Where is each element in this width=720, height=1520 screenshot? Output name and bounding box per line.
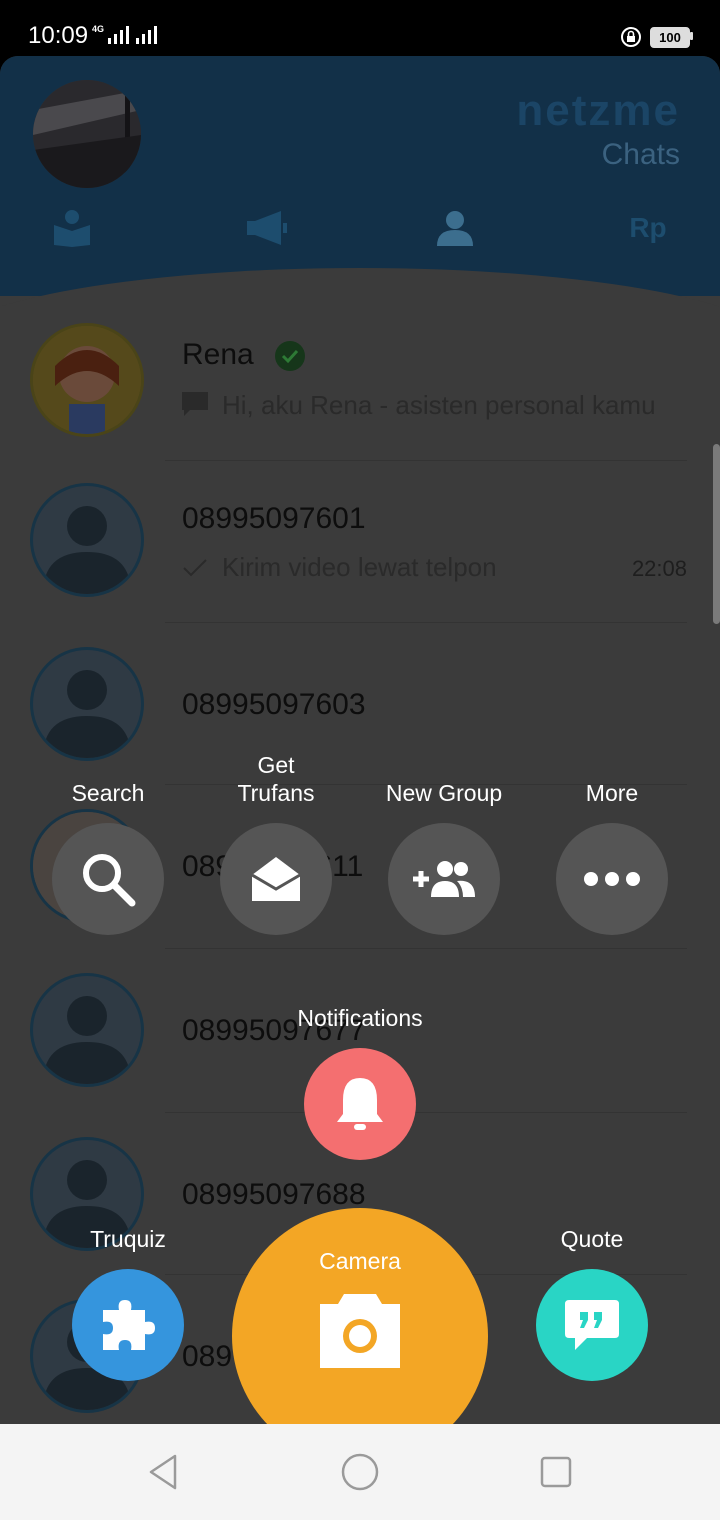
add-group-icon — [413, 861, 475, 897]
sent-check-icon — [183, 559, 207, 577]
profile-avatar[interactable] — [33, 80, 141, 188]
new-group-button[interactable] — [388, 823, 500, 935]
more-dots-icon — [584, 872, 640, 886]
avatar — [33, 650, 141, 758]
default-person-icon — [43, 670, 131, 758]
megaphone-icon — [247, 211, 287, 245]
battery-icon — [690, 32, 693, 40]
tab-payment[interactable]: Rp — [626, 206, 670, 250]
status-bar: 10:09 4G 100 — [0, 0, 720, 56]
chat-last-message: Kirim video lewat telpon — [222, 552, 497, 582]
system-nav-bar — [0, 1424, 720, 1520]
verified-check-icon — [275, 341, 305, 371]
rotation-lock-icon — [621, 27, 641, 47]
search-button[interactable] — [52, 823, 164, 935]
chat-name: 08995097603 — [182, 688, 366, 721]
chat-name: 08995097688 — [182, 1178, 366, 1211]
notifications-button[interactable] — [304, 1048, 416, 1160]
book-reader-icon — [54, 210, 90, 247]
new-group-label: New Group — [385, 780, 503, 806]
search-icon — [83, 854, 136, 907]
message-bubble-icon — [182, 392, 208, 416]
home-button[interactable] — [340, 1452, 380, 1492]
more-button[interactable] — [556, 823, 668, 935]
default-person-icon — [43, 506, 131, 594]
page-title: Chats — [601, 138, 680, 171]
chat-name: 089 — [182, 1340, 233, 1373]
quote-button[interactable] — [536, 1269, 648, 1381]
chat-time: 22:08 — [631, 556, 687, 581]
tab-feed[interactable] — [50, 206, 94, 250]
divider — [165, 460, 687, 461]
camera-icon — [320, 1294, 400, 1368]
avatar — [33, 976, 141, 1084]
signal-icon-2 — [136, 26, 157, 44]
bell-icon — [337, 1078, 383, 1130]
profile-photo — [33, 80, 141, 188]
person-icon — [437, 211, 473, 246]
network-type-label: 4G — [92, 24, 105, 34]
avatar — [33, 326, 141, 434]
get-trufans-button[interactable] — [220, 823, 332, 935]
notifications-label: Notifications — [297, 1005, 423, 1031]
puzzle-icon — [103, 1300, 155, 1350]
tab-broadcast[interactable] — [244, 206, 288, 250]
search-label: Search — [71, 780, 145, 806]
chat-item[interactable]: Rena Hi, aku Rena - asisten personal kam… — [0, 326, 720, 488]
rena-avatar-illustration — [33, 326, 141, 434]
back-triangle-icon — [149, 1454, 177, 1490]
tab-contacts[interactable] — [433, 206, 477, 250]
default-person-icon — [43, 996, 131, 1084]
truquiz-label: Truquiz — [90, 1226, 166, 1252]
signal-icon — [108, 26, 129, 44]
divider — [165, 1112, 687, 1113]
envelope-open-icon — [251, 857, 301, 901]
more-label: More — [585, 780, 639, 806]
recents-square-icon — [540, 1456, 572, 1488]
home-circle-icon — [341, 1453, 379, 1491]
chat-last-message: Hi, aku Rena - asisten personal kamu — [222, 390, 656, 420]
chat-name: 08995097601 — [182, 502, 366, 535]
recents-button[interactable] — [536, 1452, 576, 1492]
avatar — [33, 486, 141, 594]
status-time: 10:09 — [28, 22, 89, 49]
brand-logo: netzme — [516, 86, 680, 135]
quote-bubble-icon — [565, 1300, 619, 1350]
battery-level: 100 — [650, 27, 690, 48]
truquiz-button[interactable] — [72, 1269, 184, 1381]
app-header: netzme Chats Rp — [0, 56, 720, 296]
camera-label: Camera — [319, 1248, 401, 1274]
chat-item[interactable]: 08995097601 Kirim video lewat telpon 22:… — [0, 486, 720, 648]
divider — [165, 622, 687, 623]
trufans-label: Get Trufans — [237, 752, 315, 806]
quote-label: Quote — [560, 1226, 624, 1252]
back-button[interactable] — [143, 1452, 183, 1492]
chat-name: Rena — [182, 338, 254, 371]
divider — [165, 948, 687, 949]
scrollbar[interactable] — [713, 444, 720, 624]
